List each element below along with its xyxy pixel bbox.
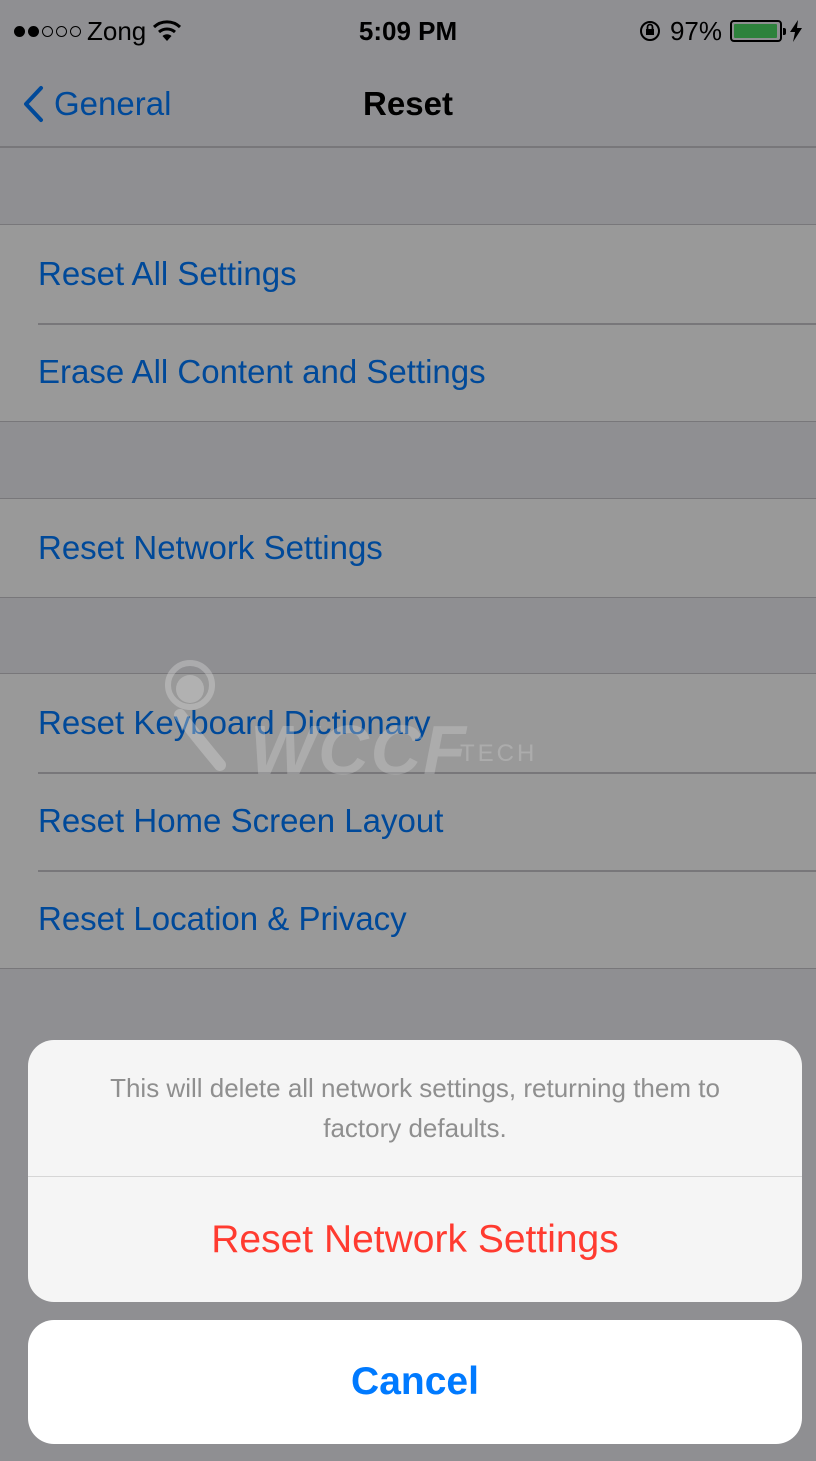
mascot-logo-icon — [165, 660, 226, 771]
cancel-button[interactable]: Cancel — [28, 1320, 802, 1444]
action-sheet: This will delete all network settings, r… — [28, 1040, 802, 1302]
confirm-reset-network-button[interactable]: Reset Network Settings — [28, 1177, 802, 1302]
watermark-sub: TECH — [460, 740, 538, 767]
watermark: WCCF TECH — [160, 655, 560, 789]
watermark-text: WCCF — [250, 711, 468, 789]
action-sheet-message: This will delete all network settings, r… — [28, 1040, 802, 1177]
